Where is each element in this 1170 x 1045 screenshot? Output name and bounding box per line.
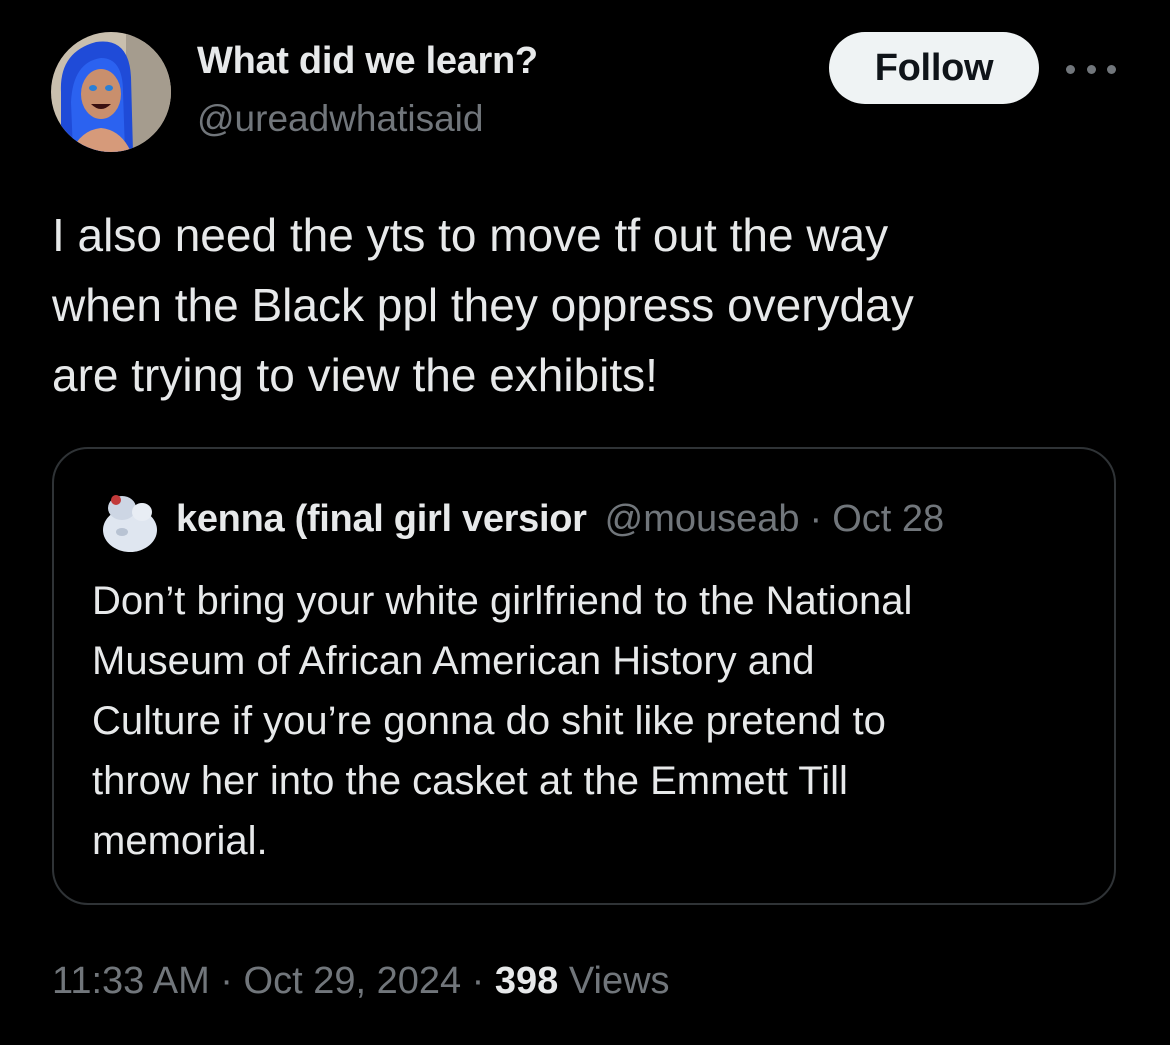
quoted-tweet-text: Don’t bring your white girlfriend to the… (92, 579, 913, 863)
more-dot (1086, 64, 1096, 74)
quoted-date[interactable]: Oct 28 (832, 498, 944, 541)
more-options-icon[interactable] (1066, 54, 1116, 84)
tweet-meta: 11:33 AM · Oct 29, 2024 · 398 Views (52, 960, 670, 1003)
author-display-name[interactable]: What did we learn? (197, 40, 538, 83)
tweet-time[interactable]: 11:33 AM (52, 960, 210, 1002)
profile-photo-avatar-icon (51, 32, 171, 152)
quoted-author-name[interactable]: kenna (final girl versior (176, 498, 587, 541)
profile-photo-avatar-icon (92, 486, 162, 556)
quoted-separator: · (809, 498, 823, 540)
quoted-tweet[interactable]: kenna (final girl versior @mouseab · Oct… (52, 447, 1116, 905)
more-dot (1107, 64, 1116, 74)
author-handle[interactable]: @ureadwhatisaid (197, 98, 483, 140)
tweet: What did we learn? @ureadwhatisaid Follo… (0, 0, 1170, 1045)
meta-separator: · (220, 960, 233, 1002)
quoted-tweet-header: kenna (final girl versior @mouseab · Oct… (176, 498, 1081, 541)
meta-separator: · (471, 960, 485, 1002)
author-avatar[interactable] (51, 32, 171, 152)
tweet-text: I also need the yts to move tf out the w… (52, 209, 914, 401)
tweet-date[interactable]: Oct 29, 2024 (244, 960, 462, 1002)
quoted-author-handle[interactable]: @mouseab (605, 498, 800, 541)
quoted-author-avatar[interactable] (92, 486, 162, 556)
views-count: 398 (494, 960, 559, 1002)
more-dot (1066, 64, 1075, 74)
views-label: Views (568, 960, 670, 1002)
follow-button[interactable]: Follow (829, 32, 1039, 104)
